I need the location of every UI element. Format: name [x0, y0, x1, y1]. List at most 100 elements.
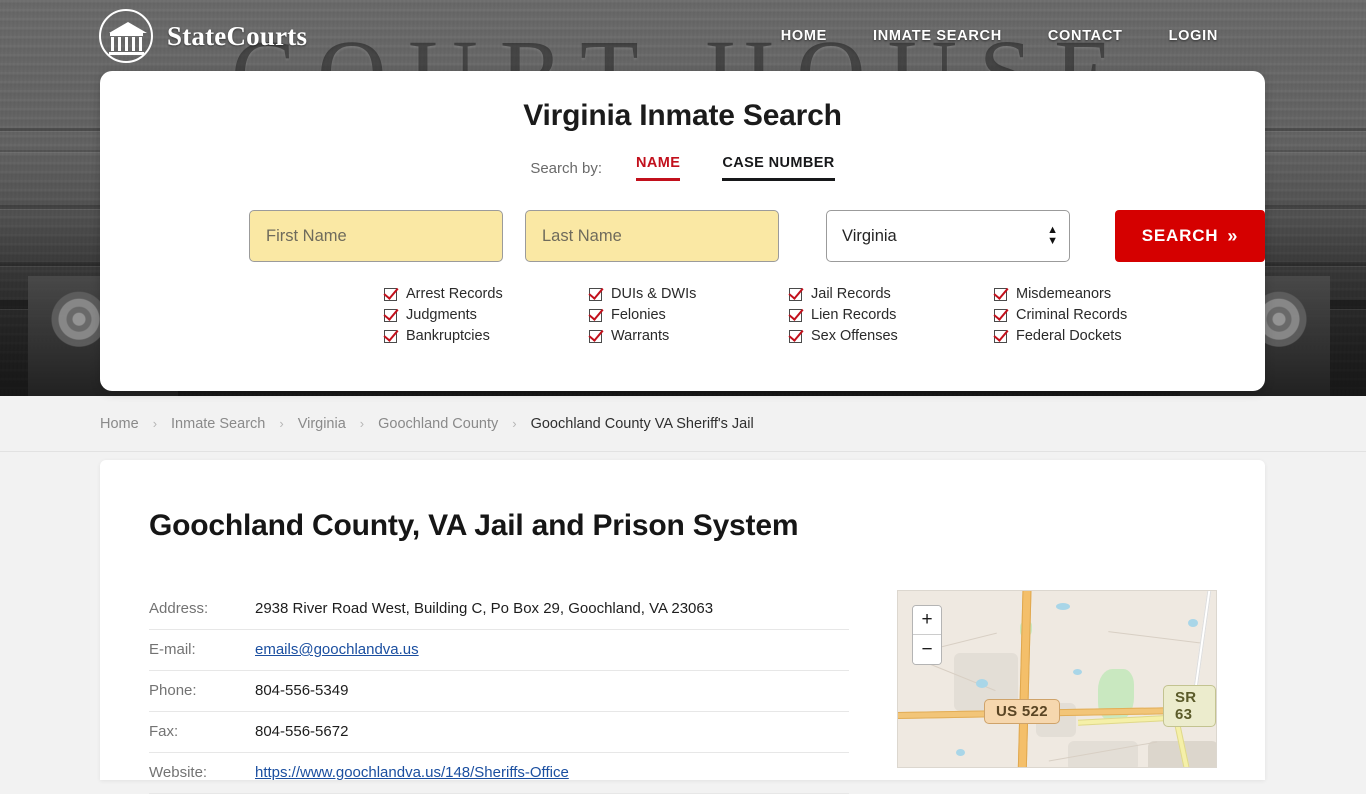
record-type-label: Sex Offenses — [811, 328, 898, 344]
record-type-label: Lien Records — [811, 307, 897, 323]
record-type-label: Federal Dockets — [1016, 328, 1122, 344]
page-title: Goochland County, VA Jail and Prison Sys… — [149, 509, 799, 542]
map-zoom-controls: + − — [912, 605, 942, 665]
record-type-item[interactable]: Judgments — [384, 307, 589, 323]
checkbox-checked-icon — [789, 308, 802, 322]
map-highway-vertical — [1017, 591, 1032, 767]
checkbox-checked-icon — [384, 287, 397, 301]
record-type-label: Arrest Records — [406, 286, 503, 302]
breadcrumb: Home › Inmate Search › Virginia › Goochl… — [0, 396, 1366, 452]
table-row: Website: https://www.goochlandva.us/148/… — [149, 752, 849, 794]
chevron-updown-icon: ▲ ▼ — [1047, 224, 1058, 247]
chevron-right-icon: › — [359, 416, 365, 431]
record-type-label: Warrants — [611, 328, 670, 344]
main-nav: HOME INMATE SEARCH CONTACT LOGIN — [781, 28, 1218, 44]
double-chevron-right-icon: » — [1227, 225, 1239, 246]
record-type-item[interactable]: Jail Records — [789, 286, 994, 302]
breadcrumb-item-goochland-county[interactable]: Goochland County — [378, 416, 498, 432]
checkbox-checked-icon — [589, 308, 602, 322]
facility-info-table: Address: 2938 River Road West, Building … — [149, 589, 849, 794]
website-link[interactable]: https://www.goochlandva.us/148/Sheriffs-… — [255, 764, 569, 781]
nav-item-home[interactable]: HOME — [781, 28, 827, 44]
table-row: Address: 2938 River Road West, Building … — [149, 589, 849, 630]
record-type-list: Arrest Records DUIs & DWIs Jail Records … — [384, 286, 1265, 344]
brand-logo[interactable]: StateCourts — [99, 9, 307, 63]
table-row: E-mail: emails@goochlandva.us — [149, 629, 849, 671]
brand-name: StateCourts — [167, 20, 308, 51]
search-button[interactable]: SEARCH » — [1114, 210, 1265, 262]
nav-item-login[interactable]: LOGIN — [1169, 28, 1218, 44]
map-label-sr-63: SR 63 — [1163, 685, 1216, 727]
state-select-value: Virginia — [842, 226, 897, 245]
map-zoom-out-button[interactable]: − — [913, 635, 941, 664]
search-button-label: SEARCH — [1141, 226, 1219, 245]
checkbox-checked-icon — [384, 308, 397, 322]
state-select[interactable]: Virginia ▲ ▼ — [826, 210, 1070, 262]
record-type-item[interactable]: Criminal Records — [994, 307, 1194, 323]
info-key: Phone: — [149, 670, 255, 712]
info-value-phone: 804-556-5349 — [255, 670, 849, 712]
email-link[interactable]: emails@goochlandva.us — [255, 641, 419, 658]
record-type-item[interactable]: Arrest Records — [384, 286, 589, 302]
checkbox-checked-icon — [994, 287, 1007, 301]
courthouse-circle-icon — [99, 9, 153, 63]
record-type-item[interactable]: Federal Dockets — [994, 328, 1194, 344]
table-row: Phone: 804-556-5349 — [149, 670, 849, 712]
nav-item-contact[interactable]: CONTACT — [1048, 28, 1123, 44]
record-type-label: Bankruptcies — [406, 328, 490, 344]
record-type-item[interactable]: Lien Records — [789, 307, 994, 323]
record-type-item[interactable]: Sex Offenses — [789, 328, 994, 344]
breadcrumb-item-inmate-search[interactable]: Inmate Search — [171, 416, 265, 432]
map-zoom-in-button[interactable]: + — [913, 606, 941, 635]
record-type-label: DUIs & DWIs — [611, 286, 697, 302]
info-value-fax: 804-556-5672 — [255, 711, 849, 753]
map-water-body — [1073, 669, 1082, 675]
table-row: Fax: 804-556-5672 — [149, 711, 849, 753]
first-name-input[interactable] — [249, 210, 503, 262]
info-value-email: emails@goochlandva.us — [255, 629, 849, 671]
nav-item-inmate-search[interactable]: INMATE SEARCH — [873, 28, 1002, 44]
record-type-item[interactable]: DUIs & DWIs — [589, 286, 789, 302]
record-type-item[interactable]: Felonies — [589, 307, 789, 323]
map-label-us-522: US 522 — [984, 699, 1060, 724]
breadcrumb-item-virginia[interactable]: Virginia — [298, 416, 346, 432]
breadcrumb-item-home[interactable]: Home — [100, 416, 139, 432]
info-value-website: https://www.goochlandva.us/148/Sheriffs-… — [255, 752, 849, 794]
chevron-right-icon: › — [279, 416, 284, 431]
info-value-address: 2938 River Road West, Building C, Po Box… — [255, 589, 849, 630]
checkbox-checked-icon — [789, 329, 802, 343]
top-navigation-bar: StateCourts HOME INMATE SEARCH CONTACT L… — [0, 0, 1366, 72]
checkbox-checked-icon — [589, 329, 602, 343]
inmate-search-card: Virginia Inmate Search Search by: NAME C… — [100, 71, 1265, 391]
breadcrumb-item-current: Goochland County VA Sheriff's Jail — [530, 415, 754, 432]
search-card-title: Virginia Inmate Search — [523, 99, 842, 132]
map-water-body — [956, 749, 965, 756]
checkbox-checked-icon — [384, 329, 397, 343]
info-key: Address: — [149, 589, 255, 630]
tab-name[interactable]: NAME — [636, 155, 681, 181]
checkbox-checked-icon — [994, 308, 1007, 322]
search-by-tabs: Search by: NAME CASE NUMBER — [100, 155, 1265, 181]
record-type-label: Judgments — [406, 307, 477, 323]
search-form-row: Virginia ▲▼ SEARCH » — [249, 210, 1265, 262]
chevron-right-icon: › — [512, 416, 517, 431]
record-type-item[interactable]: Misdemeanors — [994, 286, 1194, 302]
tab-case-number[interactable]: CASE NUMBER — [722, 155, 835, 181]
map-water-body — [1056, 603, 1070, 610]
search-by-label: Search by: — [530, 159, 603, 177]
info-key: E-mail: — [149, 629, 255, 671]
last-name-input[interactable] — [525, 210, 779, 262]
record-type-item[interactable]: Warrants — [589, 328, 789, 344]
record-type-label: Jail Records — [811, 286, 891, 302]
location-map[interactable]: US 522 SR 63 + − — [897, 590, 1217, 768]
record-type-item[interactable]: Bankruptcies — [384, 328, 589, 344]
map-water-body — [1188, 619, 1198, 627]
checkbox-checked-icon — [589, 287, 602, 301]
checkbox-checked-icon — [994, 329, 1007, 343]
info-key: Website: — [149, 752, 255, 794]
info-key: Fax: — [149, 711, 255, 753]
record-type-label: Felonies — [611, 307, 666, 323]
record-type-label: Criminal Records — [1016, 307, 1128, 323]
chevron-right-icon: › — [152, 416, 158, 431]
map-minor-road — [1108, 631, 1204, 644]
